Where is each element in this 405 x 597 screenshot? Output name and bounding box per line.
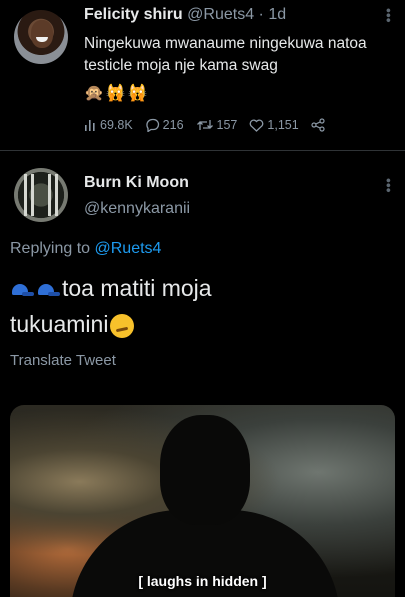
tweet-text: Ningekuwa mwanaume ningekuwa natoa testi…: [84, 35, 367, 74]
reply-text-part2: tukuamini: [10, 311, 109, 337]
retweet-count: 157: [216, 118, 238, 132]
replying-mention[interactable]: @Ruets4: [95, 240, 162, 257]
like-count: 1,151: [267, 118, 299, 132]
tweet-actions: 69.8K 216 157 1,151: [84, 118, 340, 132]
tweet-emojis: 🙊🙀🙀: [84, 85, 150, 102]
tweet-header: Felicity shiru @Ruets4 · 1d: [84, 6, 286, 24]
tweet-time[interactable]: · 1d: [259, 6, 287, 23]
reply-author-name[interactable]: Burn Ki Moon: [84, 174, 189, 192]
replying-prefix: Replying to: [10, 240, 91, 257]
reply-author-handle[interactable]: @kennykaranii: [84, 200, 190, 218]
cap-emoji-icon: [36, 283, 60, 296]
cap-emoji-icon: [10, 283, 34, 296]
original-tweet[interactable]: Felicity shiru @Ruets4 · 1d ••• Ningekuw…: [0, 0, 405, 150]
like-icon: [250, 119, 264, 132]
media-caption: [ laughs in hidden ]: [138, 573, 267, 589]
more-icon[interactable]: •••: [381, 8, 397, 23]
reply-text-part1: toa matiti moja: [62, 275, 212, 301]
reply-button[interactable]: 216: [145, 118, 184, 132]
views-stat[interactable]: 69.8K: [84, 118, 133, 132]
reply-avatar[interactable]: [14, 168, 68, 222]
reply-more-icon[interactable]: •••: [381, 178, 397, 193]
share-button[interactable]: [311, 118, 328, 132]
reply-text: toa matiti moja tukuamini: [10, 270, 395, 342]
replying-to-line: Replying to @Ruets4: [10, 240, 161, 258]
like-button[interactable]: 1,151: [249, 118, 299, 132]
views-count: 69.8K: [100, 118, 133, 132]
tweet-divider: [0, 150, 405, 151]
author-handle[interactable]: @Ruets4: [187, 6, 254, 23]
translate-link[interactable]: Translate Tweet: [10, 352, 116, 369]
reply-icon: [145, 118, 159, 132]
share-icon: [311, 118, 325, 132]
retweet-icon: [196, 120, 213, 130]
silhouette-head: [160, 415, 250, 525]
retweet-button[interactable]: 157: [196, 118, 238, 132]
reply-media-image[interactable]: [ laughs in hidden ]: [10, 405, 395, 597]
smirk-emoji-icon: [110, 313, 135, 338]
reply-count: 216: [162, 118, 184, 132]
views-icon: [85, 120, 95, 131]
avatar[interactable]: [14, 10, 68, 64]
author-name[interactable]: Felicity shiru: [84, 6, 183, 23]
